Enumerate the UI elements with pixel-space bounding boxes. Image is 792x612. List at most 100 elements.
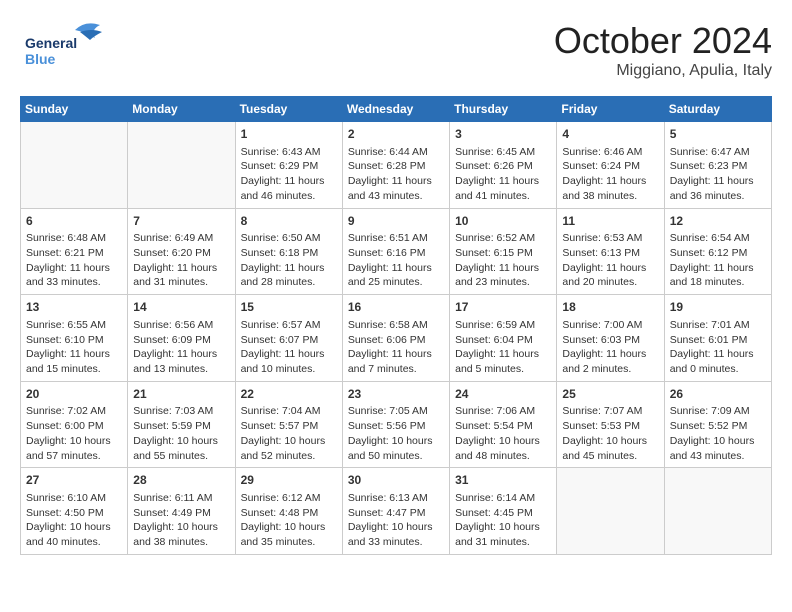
calendar-cell: 5 Sunrise: 6:47 AM Sunset: 6:23 PM Daylig…: [664, 122, 771, 209]
day-info: Sunrise: 6:53 AM Sunset: 6:13 PM Dayligh…: [562, 231, 658, 290]
day-info: Sunrise: 6:50 AM Sunset: 6:18 PM Dayligh…: [241, 231, 337, 290]
calendar-cell: 16 Sunrise: 6:58 AM Sunset: 6:06 PM Dayli…: [342, 295, 449, 382]
calendar-cell: 18 Sunrise: 7:00 AM Sunset: 6:03 PM Dayli…: [557, 295, 664, 382]
calendar-cell: 1 Sunrise: 6:43 AM Sunset: 6:29 PM Daylig…: [235, 122, 342, 209]
day-info: Sunrise: 6:43 AM Sunset: 6:29 PM Dayligh…: [241, 145, 337, 204]
day-number: 15: [241, 299, 337, 316]
weekday-header-thursday: Thursday: [450, 97, 557, 122]
calendar-cell: 26Sunrise: 7:09 AM Sunset: 5:52 PM Dayli…: [664, 381, 771, 468]
svg-text:Blue: Blue: [25, 51, 56, 67]
day-number: 27: [26, 472, 122, 489]
day-info: Sunrise: 6:12 AM Sunset: 4:48 PM Dayligh…: [241, 491, 337, 550]
calendar-cell: 30Sunrise: 6:13 AM Sunset: 4:47 PM Dayli…: [342, 468, 449, 555]
day-number: 4: [562, 126, 658, 143]
day-number: 16: [348, 299, 444, 316]
calendar-cell: 27Sunrise: 6:10 AM Sunset: 4:50 PM Dayli…: [21, 468, 128, 555]
calendar-cell: 6Sunrise: 6:48 AM Sunset: 6:21 PM Daylig…: [21, 208, 128, 295]
day-number: 21: [133, 386, 229, 403]
calendar-table: SundayMondayTuesdayWednesdayThursdayFrid…: [20, 96, 772, 555]
title-block: October 2024 Miggiano, Apulia, Italy: [554, 20, 772, 80]
calendar-cell: 11Sunrise: 6:53 AM Sunset: 6:13 PM Dayli…: [557, 208, 664, 295]
calendar-cell: 7Sunrise: 6:49 AM Sunset: 6:20 PM Daylig…: [128, 208, 235, 295]
weekday-header-saturday: Saturday: [664, 97, 771, 122]
weekday-header-tuesday: Tuesday: [235, 97, 342, 122]
day-number: 18: [562, 299, 658, 316]
day-number: 17: [455, 299, 551, 316]
day-info: Sunrise: 6:44 AM Sunset: 6:28 PM Dayligh…: [348, 145, 444, 204]
calendar-cell: 24Sunrise: 7:06 AM Sunset: 5:54 PM Dayli…: [450, 381, 557, 468]
day-info: Sunrise: 6:55 AM Sunset: 6:10 PM Dayligh…: [26, 318, 122, 377]
calendar-week-5: 27Sunrise: 6:10 AM Sunset: 4:50 PM Dayli…: [21, 468, 772, 555]
day-info: Sunrise: 6:14 AM Sunset: 4:45 PM Dayligh…: [455, 491, 551, 550]
day-info: Sunrise: 7:00 AM Sunset: 6:03 PM Dayligh…: [562, 318, 658, 377]
month-title: October 2024: [554, 20, 772, 62]
calendar-cell: 31 Sunrise: 6:14 AM Sunset: 4:45 PM Dayli…: [450, 468, 557, 555]
location: Miggiano, Apulia, Italy: [554, 62, 772, 80]
weekday-header-wednesday: Wednesday: [342, 97, 449, 122]
day-number: 10: [455, 213, 551, 230]
calendar-cell: [557, 468, 664, 555]
day-number: 13: [26, 299, 122, 316]
calendar-week-3: 13 Sunrise: 6:55 AM Sunset: 6:10 PM Dayli…: [21, 295, 772, 382]
day-info: Sunrise: 7:01 AM Sunset: 6:01 PM Dayligh…: [670, 318, 766, 377]
day-info: Sunrise: 7:09 AM Sunset: 5:52 PM Dayligh…: [670, 404, 766, 463]
weekday-header-sunday: Sunday: [21, 97, 128, 122]
day-number: 23: [348, 386, 444, 403]
day-number: 25: [562, 386, 658, 403]
calendar-cell: 3 Sunrise: 6:45 AM Sunset: 6:26 PM Daylig…: [450, 122, 557, 209]
calendar-cell: 21Sunrise: 7:03 AM Sunset: 5:59 PM Dayli…: [128, 381, 235, 468]
calendar-cell: 28 Sunrise: 6:11 AM Sunset: 4:49 PM Dayli…: [128, 468, 235, 555]
day-number: 24: [455, 386, 551, 403]
day-number: 1: [241, 126, 337, 143]
day-info: Sunrise: 6:49 AM Sunset: 6:20 PM Dayligh…: [133, 231, 229, 290]
calendar-week-2: 6Sunrise: 6:48 AM Sunset: 6:21 PM Daylig…: [21, 208, 772, 295]
day-info: Sunrise: 6:11 AM Sunset: 4:49 PM Dayligh…: [133, 491, 229, 550]
day-number: 19: [670, 299, 766, 316]
day-info: Sunrise: 6:45 AM Sunset: 6:26 PM Dayligh…: [455, 145, 551, 204]
day-info: Sunrise: 6:52 AM Sunset: 6:15 PM Dayligh…: [455, 231, 551, 290]
day-number: 9: [348, 213, 444, 230]
day-info: Sunrise: 7:07 AM Sunset: 5:53 PM Dayligh…: [562, 404, 658, 463]
logo-svg: General Blue: [20, 20, 110, 70]
day-number: 26: [670, 386, 766, 403]
calendar-cell: [128, 122, 235, 209]
day-number: 5: [670, 126, 766, 143]
day-number: 14: [133, 299, 229, 316]
day-info: Sunrise: 6:54 AM Sunset: 6:12 PM Dayligh…: [670, 231, 766, 290]
calendar-cell: 13 Sunrise: 6:55 AM Sunset: 6:10 PM Dayli…: [21, 295, 128, 382]
day-number: 11: [562, 213, 658, 230]
weekday-header-monday: Monday: [128, 97, 235, 122]
calendar-cell: 23Sunrise: 7:05 AM Sunset: 5:56 PM Dayli…: [342, 381, 449, 468]
svg-text:General: General: [25, 35, 77, 51]
day-info: Sunrise: 7:06 AM Sunset: 5:54 PM Dayligh…: [455, 404, 551, 463]
calendar-cell: 29 Sunrise: 6:12 AM Sunset: 4:48 PM Dayli…: [235, 468, 342, 555]
day-info: Sunrise: 6:47 AM Sunset: 6:23 PM Dayligh…: [670, 145, 766, 204]
weekday-header-friday: Friday: [557, 97, 664, 122]
day-number: 28: [133, 472, 229, 489]
day-info: Sunrise: 7:02 AM Sunset: 6:00 PM Dayligh…: [26, 404, 122, 463]
day-number: 31: [455, 472, 551, 489]
day-number: 2: [348, 126, 444, 143]
day-info: Sunrise: 6:58 AM Sunset: 6:06 PM Dayligh…: [348, 318, 444, 377]
calendar-week-4: 20Sunrise: 7:02 AM Sunset: 6:00 PM Dayli…: [21, 381, 772, 468]
day-info: Sunrise: 6:48 AM Sunset: 6:21 PM Dayligh…: [26, 231, 122, 290]
calendar-cell: 2 Sunrise: 6:44 AM Sunset: 6:28 PM Daylig…: [342, 122, 449, 209]
calendar-cell: [664, 468, 771, 555]
calendar-cell: 9Sunrise: 6:51 AM Sunset: 6:16 PM Daylig…: [342, 208, 449, 295]
day-info: Sunrise: 6:46 AM Sunset: 6:24 PM Dayligh…: [562, 145, 658, 204]
day-number: 29: [241, 472, 337, 489]
day-info: Sunrise: 7:05 AM Sunset: 5:56 PM Dayligh…: [348, 404, 444, 463]
day-info: Sunrise: 7:03 AM Sunset: 5:59 PM Dayligh…: [133, 404, 229, 463]
day-number: 7: [133, 213, 229, 230]
calendar-cell: 12Sunrise: 6:54 AM Sunset: 6:12 PM Dayli…: [664, 208, 771, 295]
day-number: 8: [241, 213, 337, 230]
weekday-header-row: SundayMondayTuesdayWednesdayThursdayFrid…: [21, 97, 772, 122]
calendar-cell: [21, 122, 128, 209]
page-header: General Blue October 2024 Miggiano, Apul…: [20, 20, 772, 80]
calendar-cell: 15Sunrise: 6:57 AM Sunset: 6:07 PM Dayli…: [235, 295, 342, 382]
day-number: 12: [670, 213, 766, 230]
day-number: 22: [241, 386, 337, 403]
calendar-cell: 10Sunrise: 6:52 AM Sunset: 6:15 PM Dayli…: [450, 208, 557, 295]
day-number: 3: [455, 126, 551, 143]
calendar-cell: 8Sunrise: 6:50 AM Sunset: 6:18 PM Daylig…: [235, 208, 342, 295]
